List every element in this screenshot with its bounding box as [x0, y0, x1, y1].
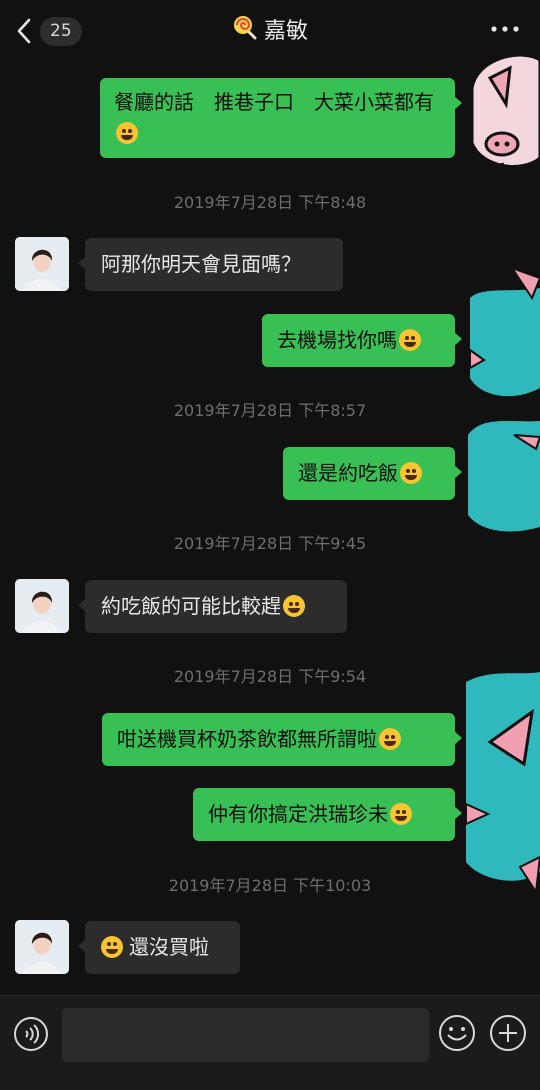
contact-photo-icon — [15, 237, 69, 291]
smiling-face-hearts-icon — [116, 122, 138, 144]
contact-photo-icon — [15, 579, 69, 633]
avatar[interactable] — [15, 920, 69, 974]
teal-sticker-icon — [465, 672, 540, 895]
message-outgoing[interactable]: 仲有你搞定洪瑞珍未 — [193, 788, 462, 841]
input-bar — [0, 995, 540, 1090]
plus-icon[interactable] — [489, 1014, 527, 1052]
message-text: 還是約吃飯 — [298, 461, 398, 485]
message-input[interactable] — [62, 1008, 429, 1062]
more-dots-icon[interactable] — [490, 22, 520, 36]
lollipop-icon — [232, 14, 258, 50]
message-text: 餐廳的話 推巷子口 大菜小菜都有 — [114, 90, 434, 114]
chat-header: 25 嘉敏 — [0, 0, 540, 62]
winking-tongue-face-icon — [379, 728, 401, 750]
message-text: 阿那你明天會見面嗎？ — [101, 252, 301, 276]
thinking-face-icon — [399, 329, 421, 351]
message-text: 咁送機買杯奶茶飲都無所謂啦 — [117, 727, 377, 751]
message-text: 仲有你搞定洪瑞珍未 — [208, 802, 388, 826]
emoji-icon[interactable] — [438, 1014, 476, 1052]
crying-face-icon — [283, 595, 305, 617]
chat-title: 嘉敏 — [0, 14, 540, 50]
timestamp: 2019年7月28日 下午9:45 — [173, 534, 367, 553]
timestamp: 2019年7月28日 下午8:57 — [173, 401, 367, 420]
message-text: 去機場找你嗎 — [277, 328, 397, 352]
contact-photo-icon — [15, 920, 69, 974]
avatar[interactable] — [15, 237, 69, 291]
teal-sticker-icon — [468, 421, 540, 532]
teal-sticker-icon — [469, 268, 540, 397]
message-incoming[interactable]: 還沒買啦 — [78, 921, 240, 974]
message-text: 還沒買啦 — [129, 935, 209, 959]
message-incoming[interactable]: 阿那你明天會見面嗎？ — [78, 238, 343, 291]
avatar[interactable] — [15, 579, 69, 633]
thinking-face-icon — [400, 462, 422, 484]
contact-name: 嘉敏 — [263, 19, 308, 44]
timestamp: 2019年7月28日 下午9:54 — [173, 667, 367, 686]
pig-sticker-icon — [470, 53, 540, 168]
message-outgoing[interactable]: 去機場找你嗎 — [262, 314, 462, 367]
message-outgoing[interactable]: 還是約吃飯 — [283, 447, 462, 500]
timestamp: 2019年7月28日 下午8:48 — [173, 193, 367, 212]
message-incoming[interactable]: 約吃飯的可能比較趕 — [78, 580, 347, 633]
message-outgoing[interactable]: 咁送機買杯奶茶飲都無所謂啦 — [102, 713, 462, 766]
timestamp: 2019年7月28日 下午10:03 — [168, 876, 372, 895]
message-outgoing[interactable]: 餐廳的話 推巷子口 大菜小菜都有 — [100, 78, 462, 158]
voice-icon[interactable] — [13, 1016, 49, 1052]
message-text: 約吃飯的可能比較趕 — [101, 594, 281, 618]
grinning-face-icon — [101, 936, 123, 958]
woozy-face-icon — [390, 803, 412, 825]
